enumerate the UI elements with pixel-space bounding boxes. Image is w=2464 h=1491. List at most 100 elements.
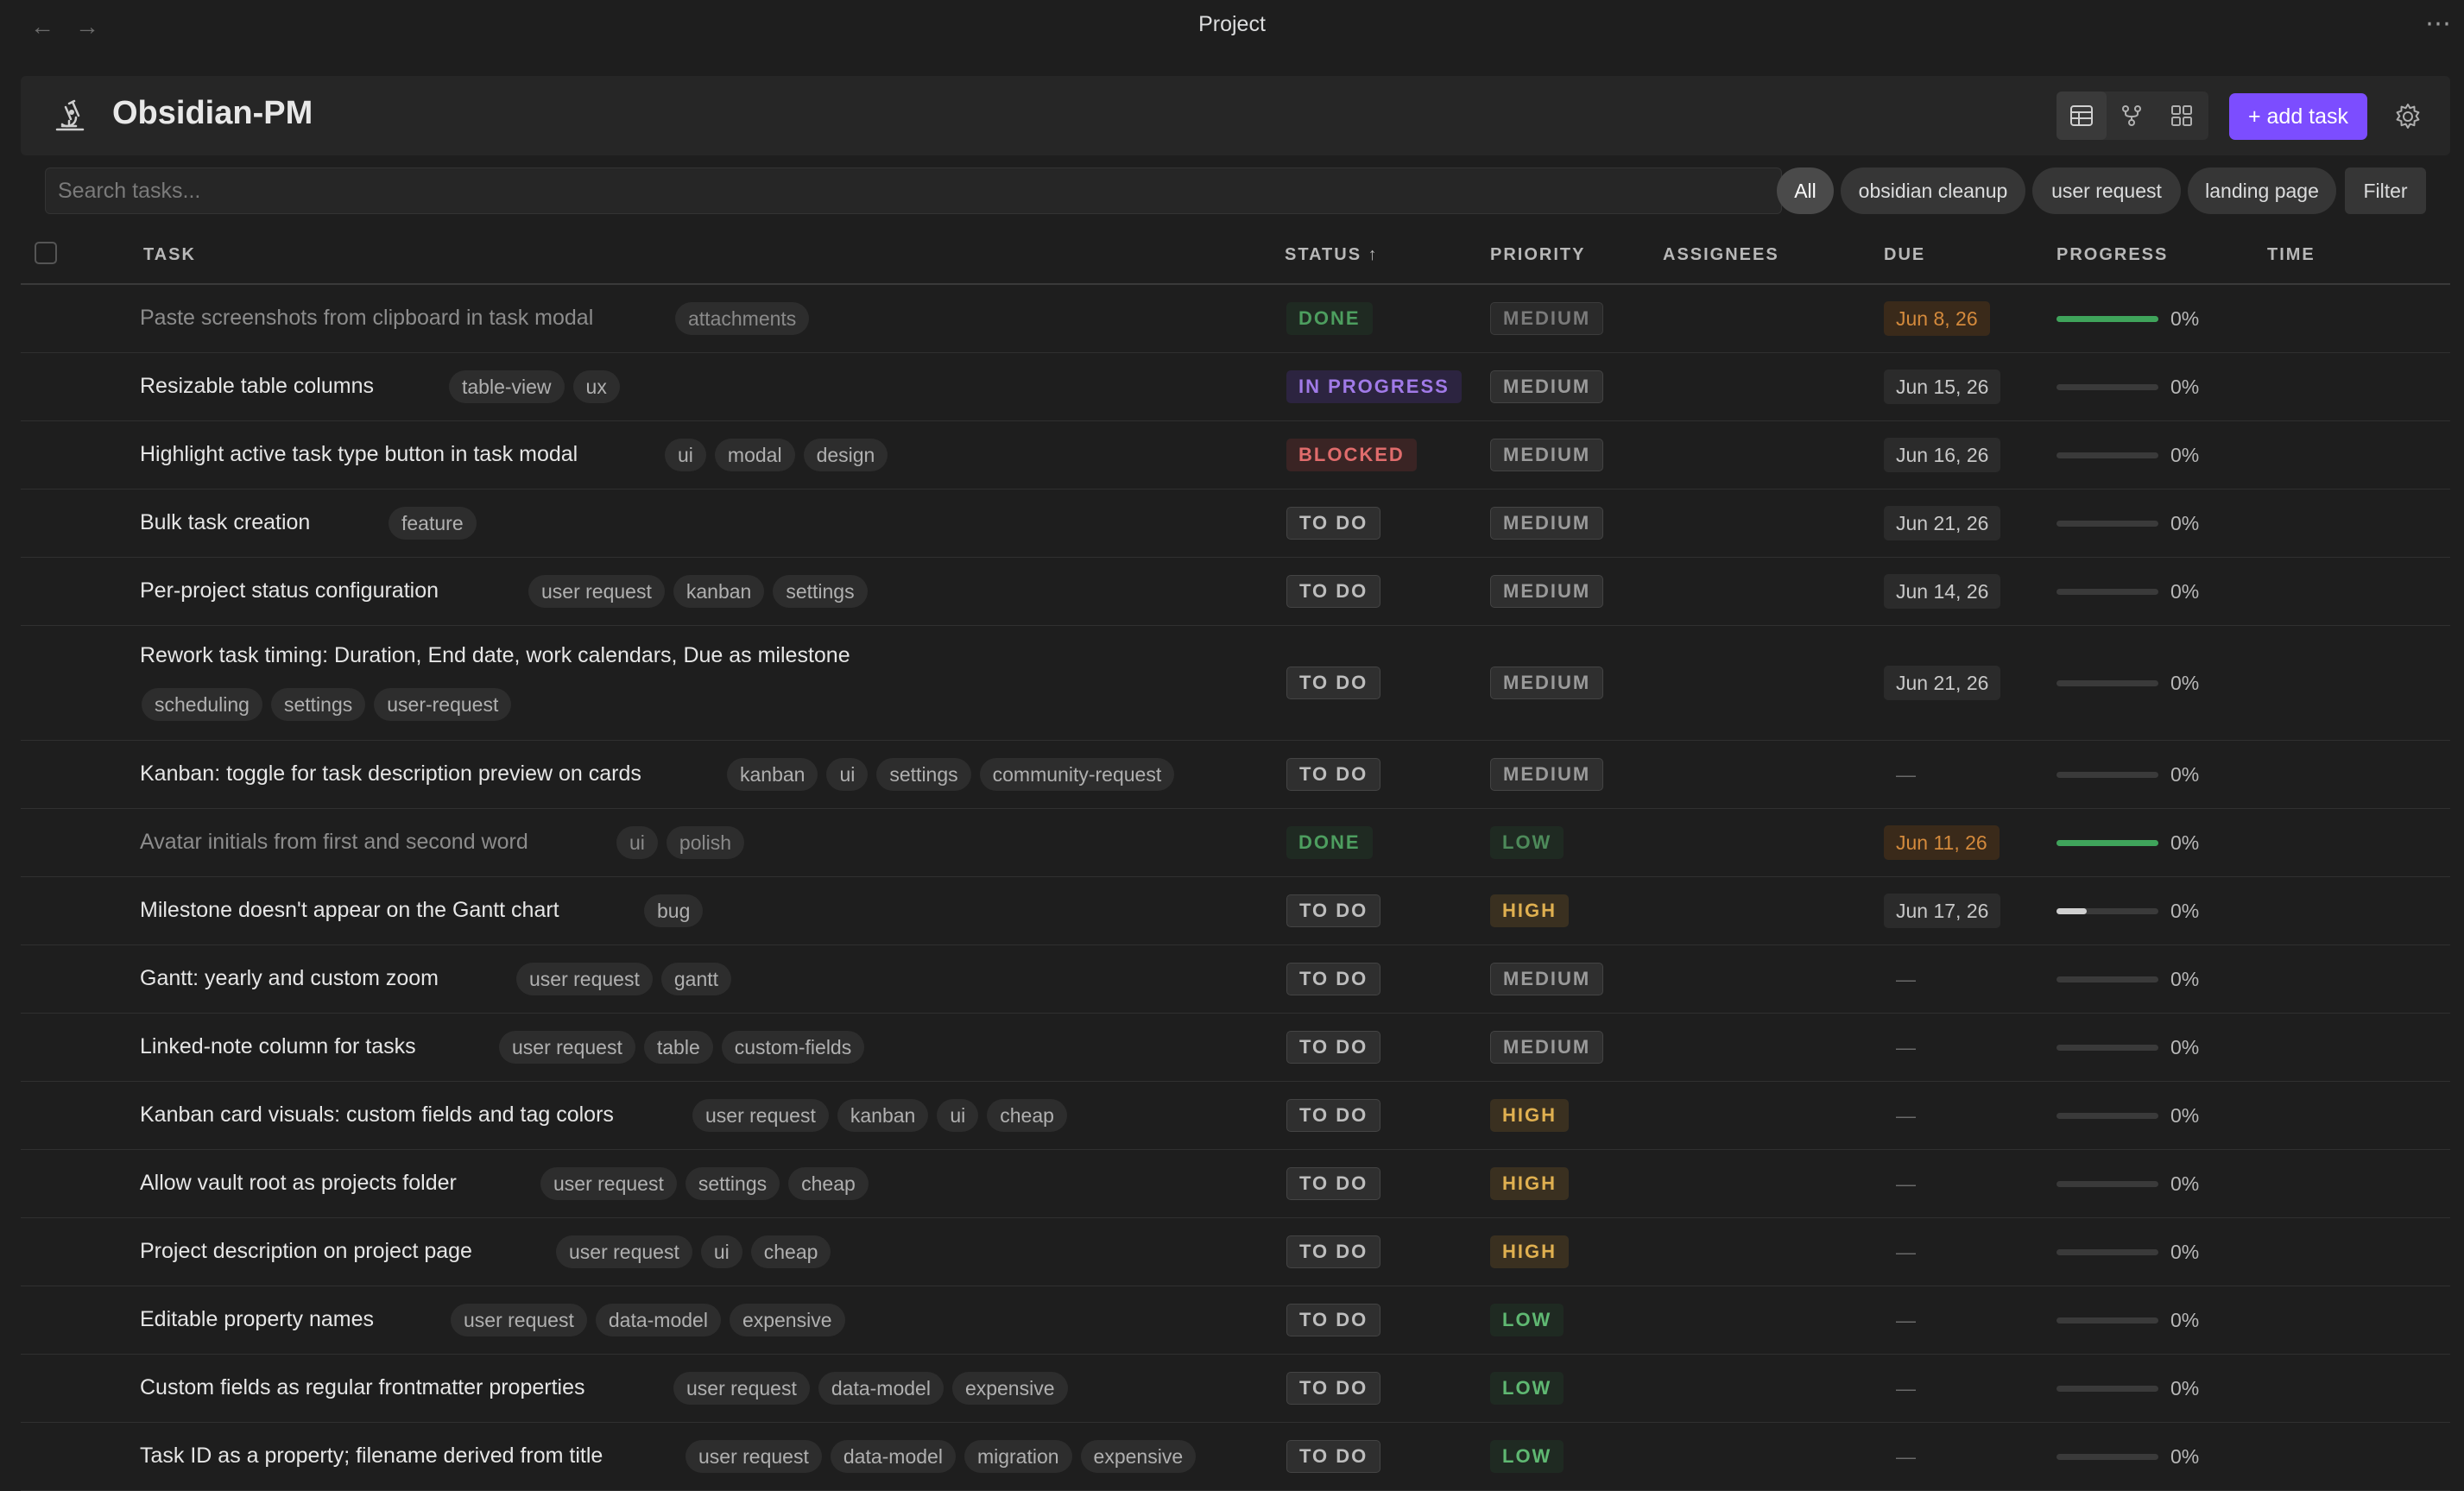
tag-chip[interactable]: bug: [644, 894, 704, 927]
table-row[interactable]: Kanban card visuals: custom fields and t…: [21, 1082, 2450, 1150]
tag-chip[interactable]: table: [643, 1031, 713, 1064]
tag-chip[interactable]: user request: [528, 575, 665, 608]
task-name[interactable]: Highlight active task type button in tas…: [140, 442, 578, 467]
task-name[interactable]: Bulk task creation: [140, 510, 310, 535]
task-name[interactable]: Milestone doesn't appear on the Gantt ch…: [140, 898, 559, 923]
task-name[interactable]: Custom fields as regular frontmatter pro…: [140, 1375, 585, 1400]
tag-chip[interactable]: expensive: [729, 1304, 845, 1336]
filter-button[interactable]: Filter: [2345, 167, 2426, 214]
tag-chip[interactable]: table-view: [449, 370, 565, 403]
task-name[interactable]: Resizable table columns: [140, 374, 374, 399]
due-date[interactable]: —: [1884, 1098, 1928, 1133]
task-name[interactable]: Paste screenshots from clipboard in task…: [140, 306, 593, 331]
task-name[interactable]: Kanban: toggle for task description prev…: [140, 761, 641, 787]
status-badge[interactable]: TO DO: [1286, 1167, 1381, 1200]
kanban-view-button[interactable]: [2157, 92, 2207, 140]
add-task-button[interactable]: + add task: [2229, 93, 2367, 140]
task-name[interactable]: Project description on project page: [140, 1239, 472, 1264]
tag-chip[interactable]: gantt: [660, 963, 732, 995]
tag-chip[interactable]: design: [803, 439, 888, 471]
tag-chip[interactable]: user request: [451, 1304, 587, 1336]
priority-badge[interactable]: MEDIUM: [1490, 370, 1604, 403]
tag-chip[interactable]: modal: [714, 439, 795, 471]
due-date[interactable]: Jun 8, 26: [1884, 301, 1990, 336]
due-date[interactable]: Jun 17, 26: [1884, 894, 2001, 928]
tag-chip[interactable]: expensive: [1080, 1440, 1197, 1473]
tag-chip[interactable]: kanban: [673, 575, 765, 608]
task-name[interactable]: Kanban card visuals: custom fields and t…: [140, 1102, 614, 1128]
tag-chip[interactable]: user request: [540, 1167, 677, 1200]
priority-badge[interactable]: MEDIUM: [1490, 758, 1604, 791]
priority-badge[interactable]: MEDIUM: [1490, 507, 1604, 540]
due-date[interactable]: —: [1884, 1030, 1928, 1065]
tag-chip[interactable]: settings: [270, 688, 366, 721]
due-date[interactable]: Jun 16, 26: [1884, 438, 2001, 472]
table-row[interactable]: Rework task timing: Duration, End date, …: [21, 626, 2450, 741]
status-badge[interactable]: TO DO: [1286, 758, 1381, 791]
priority-badge[interactable]: HIGH: [1490, 1235, 1569, 1268]
tag-chip[interactable]: data-model: [818, 1372, 944, 1405]
tag-chip[interactable]: custom-fields: [721, 1031, 865, 1064]
column-header-time[interactable]: TIME: [2267, 245, 2316, 265]
task-name[interactable]: Per-project status configuration: [140, 578, 439, 603]
select-all-checkbox[interactable]: [35, 242, 57, 264]
column-header-status[interactable]: STATUS ↑: [1285, 245, 1379, 265]
task-name[interactable]: Allow vault root as projects folder: [140, 1171, 457, 1196]
tag-chip[interactable]: migration: [963, 1440, 1072, 1473]
filter-chip-user-request[interactable]: user request: [2032, 167, 2181, 214]
tag-chip[interactable]: user request: [516, 963, 653, 995]
tag-chip[interactable]: cheap: [788, 1167, 869, 1200]
priority-badge[interactable]: LOW: [1490, 1372, 1564, 1405]
table-row[interactable]: Bulk task creation feature TO DO MEDIUM Jun …: [21, 490, 2450, 558]
tag-chip[interactable]: user request: [499, 1031, 635, 1064]
status-badge[interactable]: TO DO: [1286, 575, 1381, 608]
tag-chip[interactable]: settings: [685, 1167, 780, 1200]
table-row[interactable]: Per-project status configuration user req…: [21, 558, 2450, 626]
priority-badge[interactable]: MEDIUM: [1490, 439, 1604, 471]
due-date[interactable]: —: [1884, 962, 1928, 996]
tag-chip[interactable]: ui: [826, 758, 869, 791]
column-header-assignees[interactable]: ASSIGNEES: [1663, 245, 1779, 265]
column-header-progress[interactable]: PROGRESS: [2056, 245, 2168, 265]
status-badge[interactable]: TO DO: [1286, 1235, 1381, 1268]
table-row[interactable]: Custom fields as regular frontmatter pro…: [21, 1355, 2450, 1423]
tag-chip[interactable]: cheap: [987, 1099, 1067, 1132]
table-row[interactable]: Linked-note column for tasks user request…: [21, 1014, 2450, 1082]
tag-chip[interactable]: polish: [666, 826, 745, 859]
priority-badge[interactable]: HIGH: [1490, 1167, 1569, 1200]
filter-chip-obsidian-cleanup[interactable]: obsidian cleanup: [1841, 167, 2025, 214]
due-date[interactable]: —: [1884, 1371, 1928, 1406]
task-name[interactable]: Rework task timing: Duration, End date, …: [140, 643, 850, 668]
table-row[interactable]: Milestone doesn't appear on the Gantt ch…: [21, 877, 2450, 945]
tag-chip[interactable]: user-request: [374, 688, 512, 721]
status-badge[interactable]: DONE: [1286, 302, 1373, 335]
table-row[interactable]: Gantt: yearly and custom zoom user reques…: [21, 945, 2450, 1014]
more-options-icon[interactable]: ⋯: [2425, 9, 2452, 39]
priority-badge[interactable]: LOW: [1490, 1304, 1564, 1336]
tag-chip[interactable]: feature: [389, 507, 477, 540]
table-row[interactable]: Highlight active task type button in tas…: [21, 421, 2450, 490]
tag-chip[interactable]: community-request: [979, 758, 1175, 791]
filter-chip-landing-page[interactable]: landing page: [2188, 167, 2336, 214]
task-name[interactable]: Avatar initials from first and second wo…: [140, 830, 528, 855]
gantt-view-button[interactable]: [2107, 92, 2157, 140]
tag-chip[interactable]: ui: [700, 1235, 742, 1268]
due-date[interactable]: —: [1884, 757, 1928, 792]
priority-badge[interactable]: LOW: [1490, 1440, 1564, 1473]
column-header-priority[interactable]: PRIORITY: [1490, 245, 1585, 265]
tag-chip[interactable]: user request: [685, 1440, 822, 1473]
due-date[interactable]: —: [1884, 1303, 1928, 1337]
tag-chip[interactable]: user request: [556, 1235, 692, 1268]
tag-chip[interactable]: ui: [665, 439, 706, 471]
status-badge[interactable]: DONE: [1286, 826, 1373, 859]
due-date[interactable]: —: [1884, 1166, 1928, 1201]
table-row[interactable]: Allow vault root as projects folder user …: [21, 1150, 2450, 1218]
tag-chip[interactable]: data-model: [595, 1304, 721, 1336]
priority-badge[interactable]: LOW: [1490, 826, 1564, 859]
task-name[interactable]: Gantt: yearly and custom zoom: [140, 966, 439, 991]
table-row[interactable]: Editable property names user request data-…: [21, 1286, 2450, 1355]
table-row[interactable]: Project description on project page user …: [21, 1218, 2450, 1286]
status-badge[interactable]: TO DO: [1286, 507, 1381, 540]
priority-badge[interactable]: HIGH: [1490, 1099, 1569, 1132]
due-date[interactable]: —: [1884, 1235, 1928, 1269]
